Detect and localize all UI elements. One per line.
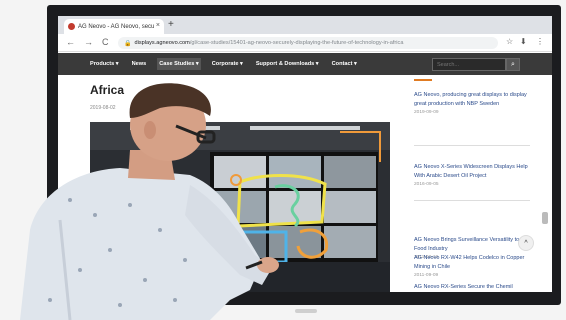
site-navigation: Products ▾ News Case Studies ▾ Corporate… xyxy=(58,53,552,75)
lock-icon: 🔒 xyxy=(124,40,132,47)
divider xyxy=(414,200,530,201)
page-scrollbar[interactable] xyxy=(542,212,548,224)
photo-scene: AG Neovo - AG Neovo, secu × + ← → C 🔒 di… xyxy=(0,0,566,320)
forward-icon[interactable]: → xyxy=(84,37,93,47)
nav-item-corporate[interactable]: Corporate ▾ xyxy=(210,58,245,70)
divider xyxy=(414,145,530,146)
nav-menu: Products ▾ News Case Studies ▾ Corporate… xyxy=(88,53,368,75)
page-content: Africa 2019-08-02 AG Neovo, producing gr… xyxy=(58,75,552,292)
sidebar-item-title[interactable]: AG Neovo Brings Surveillance Versatility… xyxy=(414,236,534,253)
browser-tab-bar: AG Neovo - AG Neovo, secu × + xyxy=(58,16,552,34)
nav-item-support-downloads[interactable]: Support & Downloads ▾ xyxy=(254,58,321,70)
control-room-photo xyxy=(90,122,390,292)
nav-item-products[interactable]: Products ▾ xyxy=(88,58,121,70)
display-logo xyxy=(295,309,317,313)
sidebar-item-date: 2019-09-09 xyxy=(414,110,439,115)
sidebar-item-date: 2016-09-05 xyxy=(414,182,439,187)
sidebar-item[interactable]: AG Neovo RX-Series Secure the Chemil xyxy=(414,283,534,292)
article-image xyxy=(90,122,390,292)
star-icon[interactable]: ☆ xyxy=(506,37,513,46)
sidebar-item[interactable]: AG Neovo X-Series Widescreen Displays He… xyxy=(414,163,534,187)
article-date: 2019-08-02 xyxy=(90,105,116,111)
browser-toolbar: ← → C 🔒 displays.agneovo.com /gl/case-st… xyxy=(58,34,552,52)
sidebar-item-title[interactable]: AG Neovo, producing great displays to di… xyxy=(414,91,534,108)
sidebar-accent-bar xyxy=(414,79,432,81)
browser-tab[interactable]: AG Neovo - AG Neovo, secu × xyxy=(64,19,164,34)
sidebar-item[interactable]: AG Neovo, producing great displays to di… xyxy=(414,91,534,115)
search-icon[interactable]: ⌕ xyxy=(506,58,520,71)
new-tab-icon[interactable]: + xyxy=(168,19,174,30)
menu-icon[interactable]: ⋮ xyxy=(536,37,544,46)
sidebar-item-title[interactable]: AG Neovo RX-Series Secure the Chemil xyxy=(414,283,534,292)
close-icon[interactable]: × xyxy=(156,22,160,29)
back-icon[interactable]: ← xyxy=(66,37,75,47)
sidebar-item[interactable]: AG Neovo RX-W42 Helps Codelco in Copper … xyxy=(414,254,534,278)
url-path: /gl/case-studies/15401-ag-neovo-securely… xyxy=(189,40,404,46)
nav-item-case-studies[interactable]: Case Studies ▾ xyxy=(157,58,201,70)
address-bar[interactable]: 🔒 displays.agneovo.com /gl/case-studies/… xyxy=(118,37,498,49)
tab-title: AG Neovo - AG Neovo, secu xyxy=(78,23,155,30)
sidebar-item-date: 2011-09-09 xyxy=(414,273,439,278)
sidebar-item-title[interactable]: AG Neovo X-Series Widescreen Displays He… xyxy=(414,163,534,180)
sidebar-item-title[interactable]: AG Neovo RX-W42 Helps Codelco in Copper … xyxy=(414,254,534,271)
search-input[interactable] xyxy=(432,58,506,71)
nav-item-news[interactable]: News xyxy=(130,58,149,70)
touch-display-screen: AG Neovo - AG Neovo, secu × + ← → C 🔒 di… xyxy=(58,16,552,292)
favicon-icon xyxy=(68,23,75,30)
url-host: displays.agneovo.com xyxy=(134,40,190,46)
reload-icon[interactable]: C xyxy=(102,37,109,47)
page-title: Africa xyxy=(90,83,125,97)
download-icon[interactable]: ⬇ xyxy=(520,37,527,46)
scroll-to-top-button[interactable]: ^ xyxy=(518,235,534,251)
nav-item-contact[interactable]: Contact ▾ xyxy=(330,58,359,70)
